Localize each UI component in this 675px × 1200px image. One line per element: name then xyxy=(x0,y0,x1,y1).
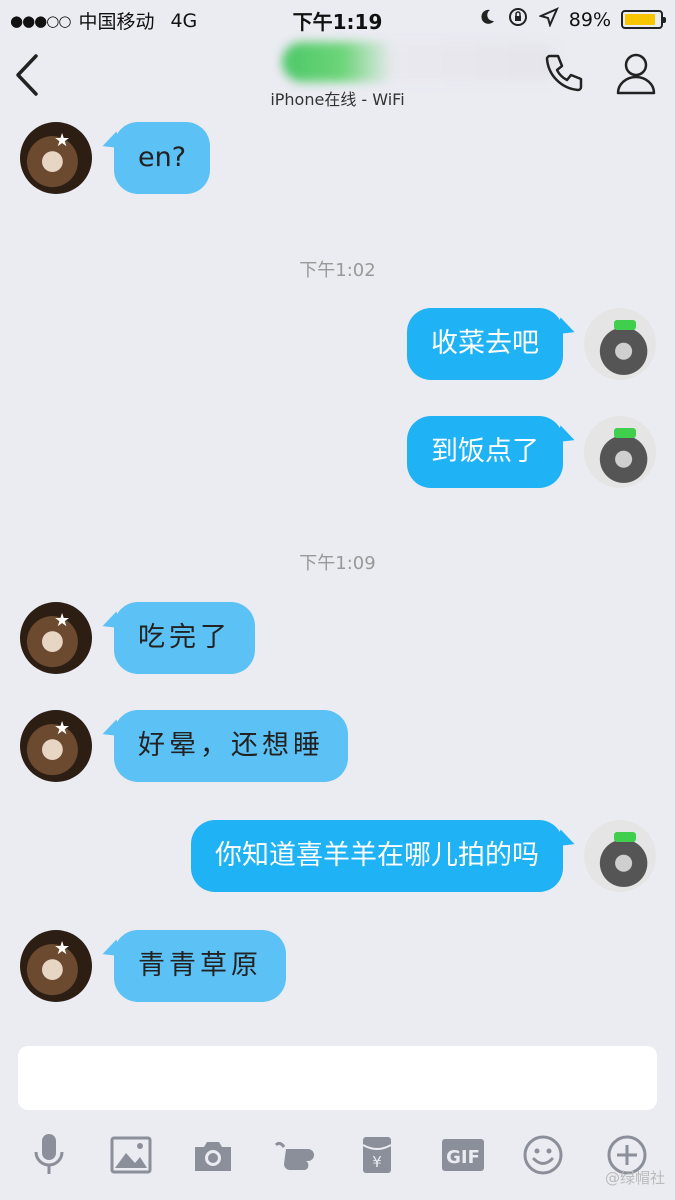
timestamp: 下午1:09 xyxy=(299,553,376,574)
moon-icon xyxy=(477,7,497,32)
message-bubble[interactable]: 青青草原 xyxy=(114,930,286,1002)
friend-avatar[interactable] xyxy=(20,710,92,782)
red-packet-button[interactable]: ¥ xyxy=(354,1130,400,1180)
rotation-lock-icon xyxy=(507,6,529,33)
profile-button[interactable] xyxy=(613,50,659,96)
friend-avatar[interactable] xyxy=(20,602,92,674)
svg-text:¥: ¥ xyxy=(372,1153,382,1171)
message-bubble[interactable]: 吃完了 xyxy=(114,602,255,674)
battery-fill xyxy=(625,14,656,25)
message-list[interactable]: en? 下午1:02 收菜去吧 到饭点了 下午1:09 吃完了 好晕，还想睡 你… xyxy=(0,112,675,1037)
message-input[interactable] xyxy=(18,1046,657,1110)
my-avatar[interactable] xyxy=(584,308,656,380)
my-avatar[interactable] xyxy=(584,416,656,488)
emoji-button[interactable] xyxy=(520,1130,566,1180)
contact-name-redacted xyxy=(282,42,558,82)
phone-icon xyxy=(545,54,583,92)
battery-percent: 89% xyxy=(568,8,611,31)
photo-button[interactable] xyxy=(108,1130,154,1180)
input-toolbar: ¥ GIF xyxy=(0,1130,675,1186)
location-icon xyxy=(537,7,559,32)
status-bar: ●●●○○ 中国移动 4G 下午1:19 89% xyxy=(0,0,675,36)
battery-icon xyxy=(621,10,666,29)
gif-button[interactable]: GIF xyxy=(440,1130,486,1180)
emoji-icon xyxy=(523,1135,563,1175)
call-button[interactable] xyxy=(540,50,586,96)
camera-icon xyxy=(195,1142,231,1171)
watermark: @绿帽社 xyxy=(604,1169,665,1187)
poke-button[interactable] xyxy=(272,1130,324,1180)
timestamp: 下午1:02 xyxy=(299,260,376,281)
person-icon xyxy=(616,53,656,95)
image-icon xyxy=(110,1136,152,1174)
friend-avatar[interactable] xyxy=(20,122,92,194)
message-bubble[interactable]: 好晕，还想睡 xyxy=(114,710,348,782)
chat-header: iPhone在线 - WiFi xyxy=(0,36,675,112)
message-bubble[interactable]: 到饭点了 xyxy=(407,416,563,488)
voice-button[interactable] xyxy=(26,1130,72,1180)
red-packet-icon: ¥ xyxy=(362,1137,392,1173)
microphone-icon xyxy=(34,1134,64,1174)
poke-icon xyxy=(274,1141,314,1170)
my-avatar[interactable] xyxy=(584,820,656,892)
message-bubble[interactable]: 收菜去吧 xyxy=(407,308,563,380)
camera-button[interactable] xyxy=(190,1130,236,1180)
gif-icon: GIF xyxy=(442,1139,484,1171)
gif-label: GIF xyxy=(446,1147,480,1168)
message-bubble[interactable]: en? xyxy=(114,122,211,194)
message-bubble[interactable]: 你知道喜羊羊在哪儿拍的吗 xyxy=(191,820,563,892)
friend-avatar[interactable] xyxy=(20,930,92,1002)
